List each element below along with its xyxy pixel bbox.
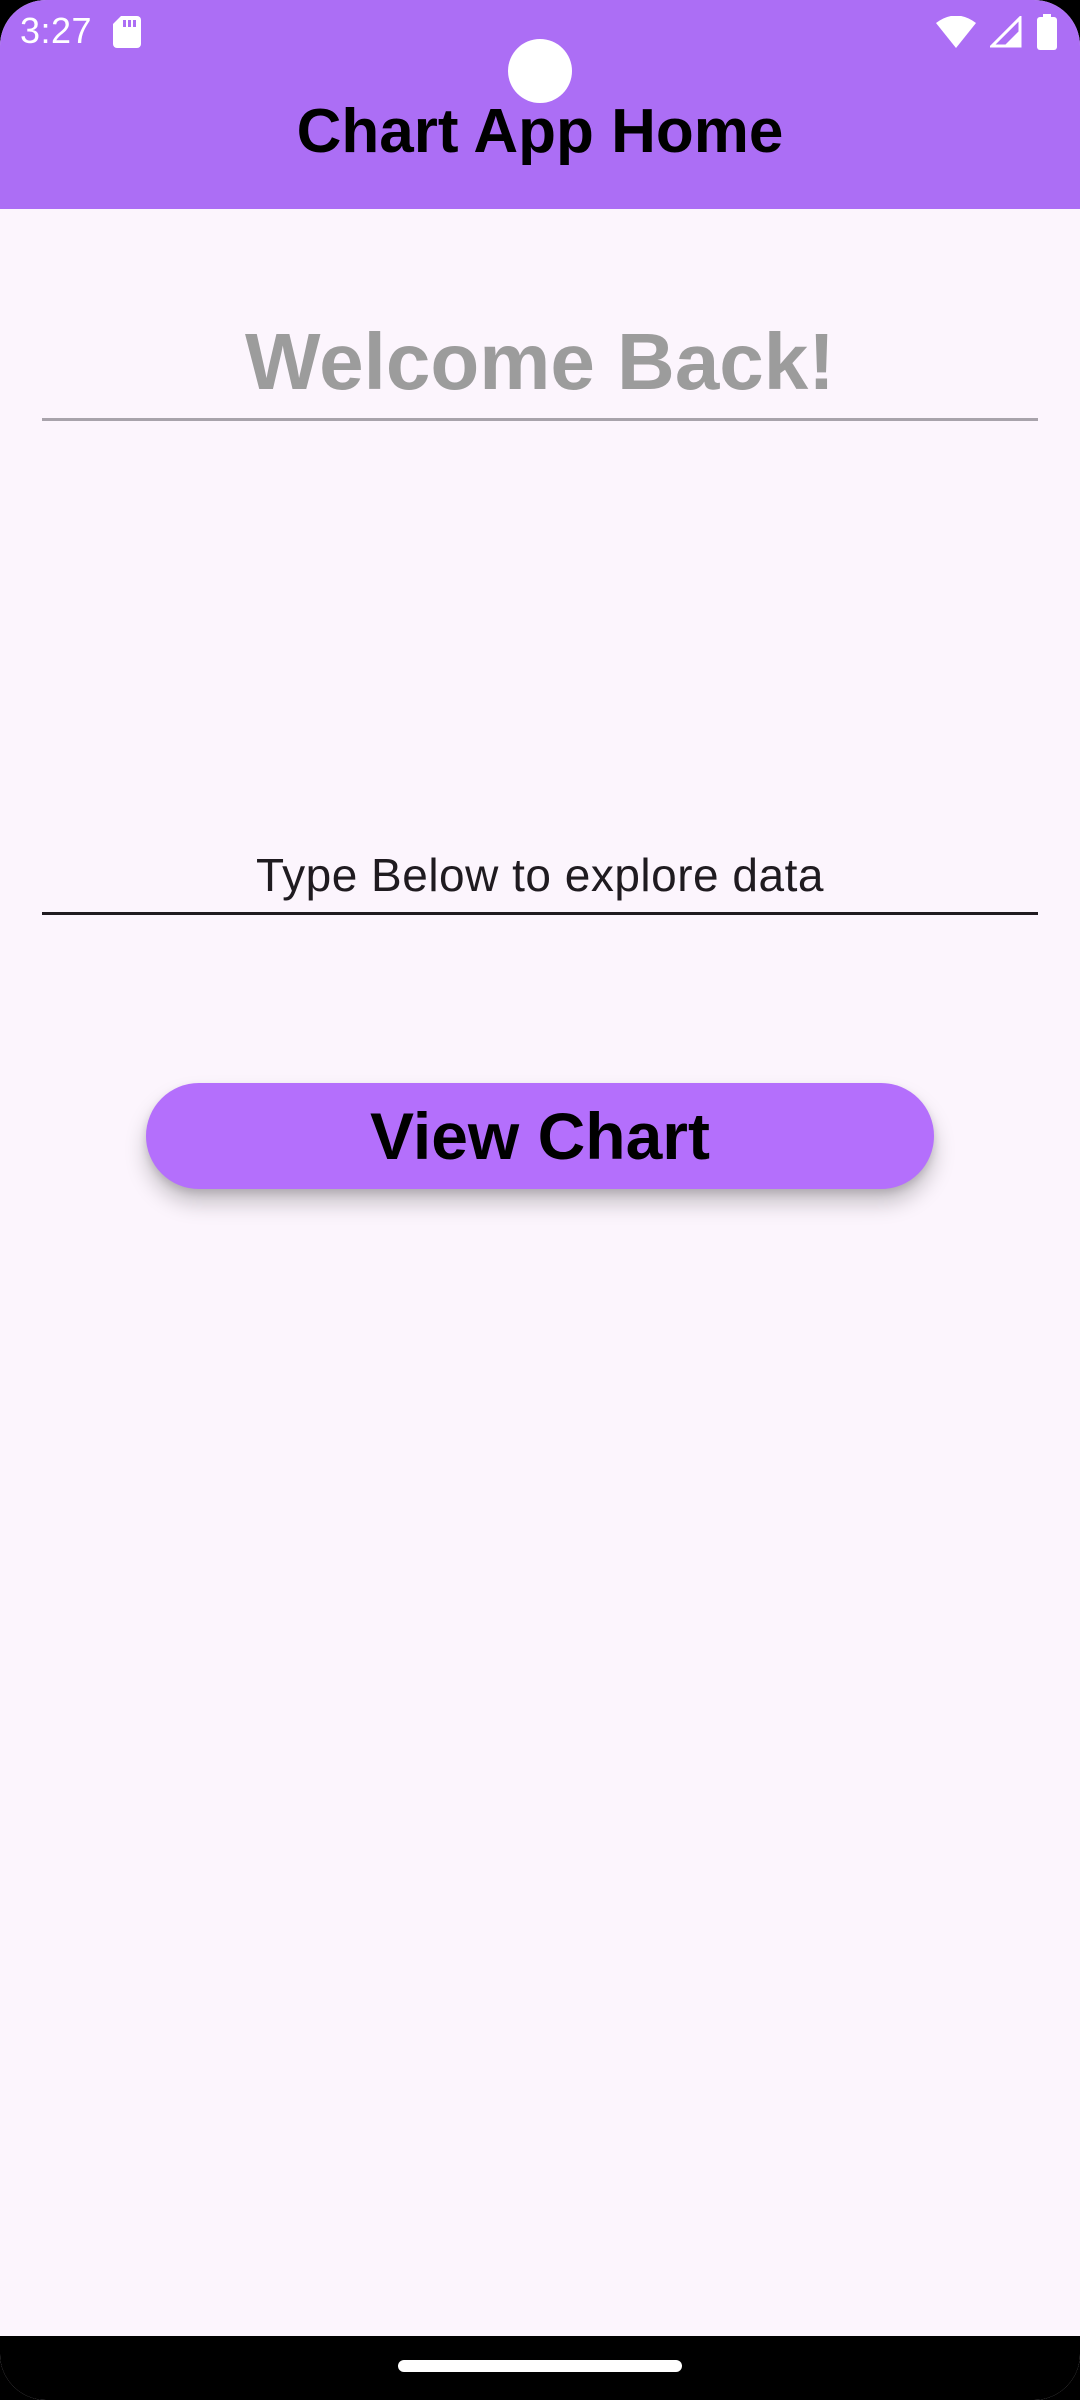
status-time: 3:27 bbox=[20, 10, 93, 51]
home-indicator[interactable] bbox=[398, 2360, 682, 2372]
navigation-bar bbox=[0, 2336, 1080, 2400]
sd-card-icon bbox=[113, 16, 141, 48]
status-icons bbox=[936, 12, 1058, 52]
wifi-icon bbox=[936, 16, 976, 48]
cell-signal-icon bbox=[990, 16, 1022, 48]
top-app-bar: 3:27 Chart App Home bbox=[0, 0, 1080, 209]
explore-data-input-value: Type Below to explore data bbox=[256, 849, 824, 901]
battery-icon bbox=[1036, 14, 1058, 50]
camera-cutout bbox=[508, 39, 572, 103]
app-title: Chart App Home bbox=[296, 97, 784, 166]
phone-screen: 3:27 Chart App Home Welcome Back! Type B… bbox=[0, 0, 1080, 2400]
welcome-input[interactable]: Welcome Back! bbox=[42, 300, 1038, 421]
welcome-input-value: Welcome Back! bbox=[245, 317, 835, 406]
explore-data-input[interactable]: Type Below to explore data bbox=[42, 836, 1038, 915]
view-chart-button[interactable]: View Chart bbox=[146, 1083, 934, 1189]
